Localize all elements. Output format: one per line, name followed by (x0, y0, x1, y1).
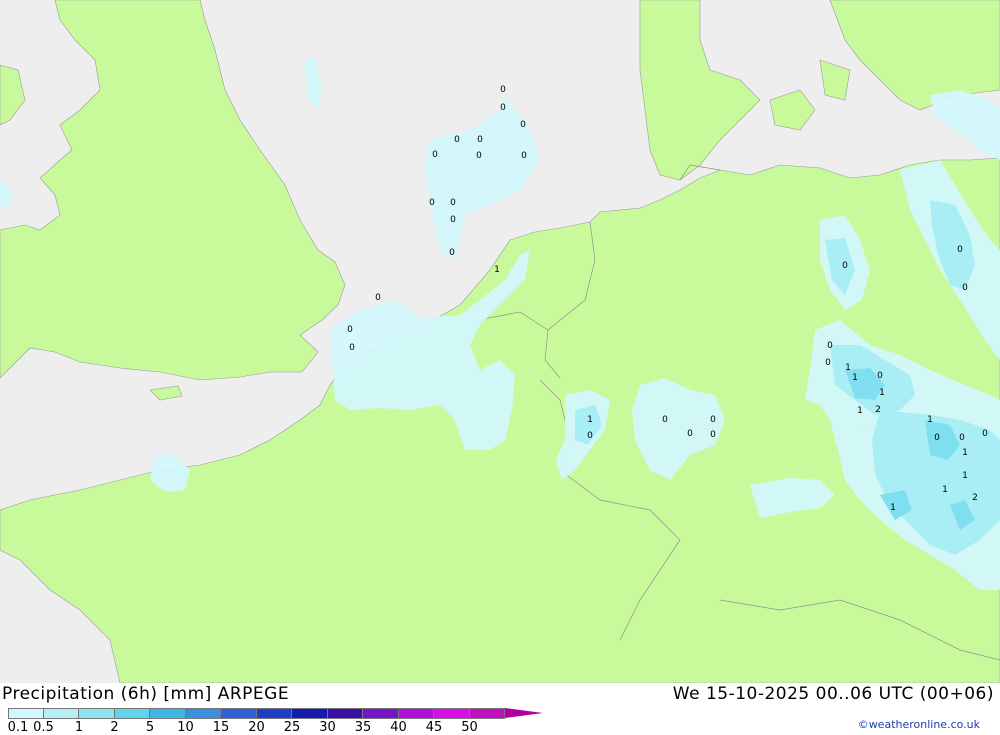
precip-value: 2 (972, 493, 978, 503)
precip-value: 0 (662, 415, 668, 425)
legend-labels: 0.1 0.5 1 2 5 10 15 20 25 30 35 40 45 50 (0, 720, 520, 735)
precip-value: 0 (710, 415, 716, 425)
precip-value: 0 (520, 120, 526, 130)
precip-value: 0 (450, 198, 456, 208)
legend-swatch (43, 708, 79, 719)
legend-arrow (505, 708, 543, 718)
precip-value: 2 (875, 405, 881, 415)
precip-value: 0 (827, 341, 833, 351)
precip-value: 1 (962, 471, 968, 481)
legend-color-scale (8, 708, 543, 719)
precip-value: 1 (857, 406, 863, 416)
legend-swatch (221, 708, 257, 719)
legend-swatch (398, 708, 434, 719)
precip-value: 0 (500, 85, 506, 95)
precip-value: 1 (890, 503, 896, 513)
map-canvas: 000000 0 00 0010000 00 10111 210 0 0111121000000… (0, 0, 1000, 683)
legend-swatch (185, 708, 221, 719)
precip-value: 0 (825, 358, 831, 368)
precip-value: 0 (957, 245, 963, 255)
precip-value: 0 (982, 429, 988, 439)
legend-swatch (79, 708, 115, 719)
precip-value: 0 (934, 433, 940, 443)
legend-swatch (150, 708, 186, 719)
precip-value: 1 (879, 388, 885, 398)
credit-link[interactable]: ©weatheronline.co.uk (858, 718, 980, 731)
valid-time: We 15-10-2025 00..06 UTC (00+06) (672, 684, 994, 704)
legend-swatch (363, 708, 399, 719)
precip-value: 0 (500, 103, 506, 113)
precip-value: 0 (347, 325, 353, 335)
legend-swatch (434, 708, 470, 719)
precip-value: 0 (962, 283, 968, 293)
precip-value: 0 (842, 261, 848, 271)
precip-value: 0 (454, 135, 460, 145)
precip-value: 1 (494, 265, 500, 275)
precip-value: 0 (710, 430, 716, 440)
map-footer: Precipitation (6h) [mm] ARPEGE We 15-10-… (0, 683, 1000, 735)
precip-value: 0 (959, 433, 965, 443)
legend-swatch (292, 708, 328, 719)
legend-swatch (469, 708, 505, 719)
precip-value: 0 (450, 215, 456, 225)
precip-value: 1 (962, 448, 968, 458)
precip-value: 1 (942, 485, 948, 495)
precip-value: 0 (449, 248, 455, 258)
map-title: Precipitation (6h) [mm] ARPEGE (2, 684, 290, 704)
precip-value: 0 (477, 135, 483, 145)
precip-value: 1 (587, 415, 593, 425)
legend-swatch (8, 708, 44, 719)
legend-swatch (114, 708, 150, 719)
precip-value: 0 (429, 198, 435, 208)
precip-value: 1 (927, 415, 933, 425)
precip-value: 0 (476, 151, 482, 161)
precip-value: 1 (845, 363, 851, 373)
precip-value: 0 (587, 431, 593, 441)
precip-value: 0 (432, 150, 438, 160)
precip-value: 1 (852, 373, 858, 383)
precipitation-map: 0000000000010000001011121000111121000000… (0, 0, 1000, 683)
precip-value: 0 (521, 151, 527, 161)
precip-value: 0 (349, 343, 355, 353)
legend-swatch (256, 708, 292, 719)
precip-value: 0 (877, 371, 883, 381)
precip-value: 0 (375, 293, 381, 303)
legend-swatch (327, 708, 363, 719)
precip-value: 0 (687, 429, 693, 439)
